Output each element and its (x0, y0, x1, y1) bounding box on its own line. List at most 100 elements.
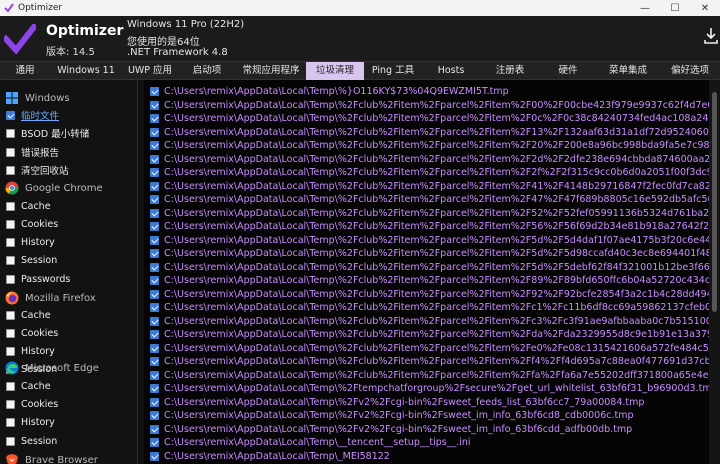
checkbox[interactable] (150, 168, 159, 177)
checkbox[interactable] (150, 262, 159, 272)
checkbox[interactable] (150, 424, 159, 434)
checkbox[interactable] (6, 346, 15, 356)
tab-registry[interactable]: 注册表 (480, 62, 540, 80)
file-path: C:\Users\remix\AppData\Local\Temp\%2Fclu… (164, 248, 720, 259)
file-path: C:\Users\remix\AppData\Local\Temp\%2Fclu… (164, 140, 720, 151)
checkbox[interactable] (6, 310, 15, 320)
checkbox[interactable] (150, 127, 159, 137)
app-version: 版本: 14.5 (46, 47, 95, 58)
option-edge-session[interactable]: Session (6, 433, 57, 449)
checkbox[interactable] (150, 303, 159, 312)
app-header: Optimizer 版本: 14.5 Windows 11 Pro (22H2)… (0, 16, 720, 61)
checkbox[interactable] (150, 276, 159, 285)
checkbox[interactable] (6, 328, 15, 338)
option-empty-recycle-bin[interactable]: 清空回收站 (6, 162, 69, 178)
option-firefox-cookies[interactable]: Cookies (6, 325, 58, 341)
option-chrome-passwords[interactable]: Passwords (6, 271, 70, 287)
file-path: C:\Users\remix\AppData\Local\Temp\%2Fv2%… (164, 396, 645, 408)
file-list-scrollbar[interactable] (709, 80, 720, 464)
checkbox[interactable] (150, 289, 159, 299)
file-path: C:\Users\remix\AppData\Local\Temp\%2Fclu… (164, 99, 720, 111)
checkbox[interactable] (6, 128, 15, 138)
checkbox[interactable] (150, 343, 159, 353)
group-title: Brave Browser (25, 454, 98, 464)
tab-menu-integration[interactable]: 菜单集成 (596, 62, 660, 80)
option-chrome-cache[interactable]: Cache (6, 198, 51, 214)
option-firefox-history[interactable]: History (6, 343, 55, 359)
checkbox[interactable] (150, 384, 159, 393)
checkbox[interactable] (150, 87, 159, 96)
checkbox[interactable] (150, 357, 159, 366)
close-button[interactable]: ✕ (690, 0, 720, 16)
tab-hosts[interactable]: Hosts (422, 62, 480, 80)
checkbox[interactable] (150, 451, 159, 461)
checkbox[interactable] (150, 141, 159, 150)
app-checkmark-icon (4, 3, 14, 13)
checkbox[interactable] (150, 438, 159, 447)
tab-general[interactable]: 通用 (0, 62, 50, 80)
file-path: C:\Users\remix\AppData\Local\Temp\_MEI58… (164, 450, 390, 462)
tab-windows11[interactable]: Windows 11 (50, 62, 122, 80)
chrome-logo-icon (5, 181, 19, 195)
checkbox[interactable] (6, 436, 15, 446)
optimizer-checkmark-icon (4, 24, 36, 54)
option-chrome-session[interactable]: Session (6, 252, 57, 268)
maximize-button[interactable]: ☐ (660, 0, 690, 16)
checkbox[interactable] (150, 235, 159, 245)
checkbox[interactable] (150, 154, 159, 164)
file-path: C:\Users\remix\AppData\Local\Temp\%2Fclu… (164, 315, 720, 327)
title-bar: Optimizer — ☐ ✕ (0, 0, 720, 16)
checkbox[interactable] (150, 249, 159, 258)
tab-preferences[interactable]: 偏好选项 (660, 62, 720, 80)
checkbox[interactable] (6, 219, 15, 229)
file-row[interactable]: C:\Users\remix\AppData\Local\Temp\_MEI58… (150, 449, 720, 464)
checkbox[interactable] (150, 114, 159, 123)
checkbox[interactable] (6, 274, 15, 284)
checkbox[interactable] (6, 237, 15, 247)
checkbox[interactable] (6, 110, 15, 120)
checkbox[interactable] (6, 201, 15, 211)
file-path: C:\Users\remix\AppData\Local\Temp\%2Fclu… (164, 261, 720, 273)
checkbox[interactable] (6, 381, 15, 391)
option-chrome-history[interactable]: History (6, 234, 55, 250)
checkbox[interactable] (6, 255, 15, 265)
option-chrome-cookies[interactable]: Cookies (6, 216, 58, 232)
file-path: C:\Users\remix\AppData\Local\Temp\%2Fclu… (164, 342, 720, 354)
file-path: C:\Users\remix\AppData\Local\Temp\%2Fclu… (164, 302, 720, 313)
checkbox[interactable] (150, 100, 159, 110)
tab-startup[interactable]: 启动项 (178, 62, 236, 80)
checkbox[interactable] (6, 417, 15, 427)
group-chrome: Google Chrome (5, 179, 103, 197)
checkbox[interactable] (150, 208, 159, 218)
checkbox[interactable] (150, 397, 159, 407)
checkbox[interactable] (150, 222, 159, 231)
option-edge-cache[interactable]: Cache (6, 378, 51, 394)
download-icon[interactable] (704, 27, 718, 45)
checkbox[interactable] (150, 330, 159, 339)
option-error-reports[interactable]: 错误报告 (6, 144, 59, 160)
option-firefox-cache[interactable]: Cache (6, 307, 51, 323)
checkbox[interactable] (150, 411, 159, 420)
scrollbar-thumb[interactable] (712, 92, 717, 312)
tab-ping-tool[interactable]: Ping 工具 (364, 62, 422, 80)
tab-uwp-apps[interactable]: UWP 应用 (122, 62, 178, 80)
file-path: C:\Users\remix\AppData\Local\Temp\%2Fclu… (164, 180, 720, 192)
tab-junk-cleaner[interactable]: 垃圾清理 (306, 62, 364, 80)
option-temp-files[interactable]: 临时文件 (6, 107, 59, 123)
checkbox[interactable] (6, 147, 15, 157)
tab-hardware[interactable]: 硬件 (540, 62, 596, 80)
option-edge-history[interactable]: History (6, 414, 55, 430)
checkbox[interactable] (150, 370, 159, 380)
option-edge-cookies[interactable]: Cookies (6, 396, 58, 412)
file-path: C:\Users\remix\AppData\Local\Temp\%2Fclu… (164, 194, 720, 205)
checkbox[interactable] (150, 316, 159, 326)
checkbox[interactable] (6, 165, 15, 175)
file-path: C:\Users\remix\AppData\Local\Temp\%2Fv2%… (164, 423, 633, 435)
checkbox[interactable] (6, 399, 15, 409)
window-title: Optimizer (18, 3, 63, 13)
option-bsod-minidump[interactable]: BSOD 最小转储 (6, 125, 89, 141)
checkbox[interactable] (150, 181, 159, 191)
minimize-button[interactable]: — (630, 0, 660, 16)
tab-common-apps[interactable]: 常规应用程序 (236, 62, 306, 80)
checkbox[interactable] (150, 195, 159, 204)
